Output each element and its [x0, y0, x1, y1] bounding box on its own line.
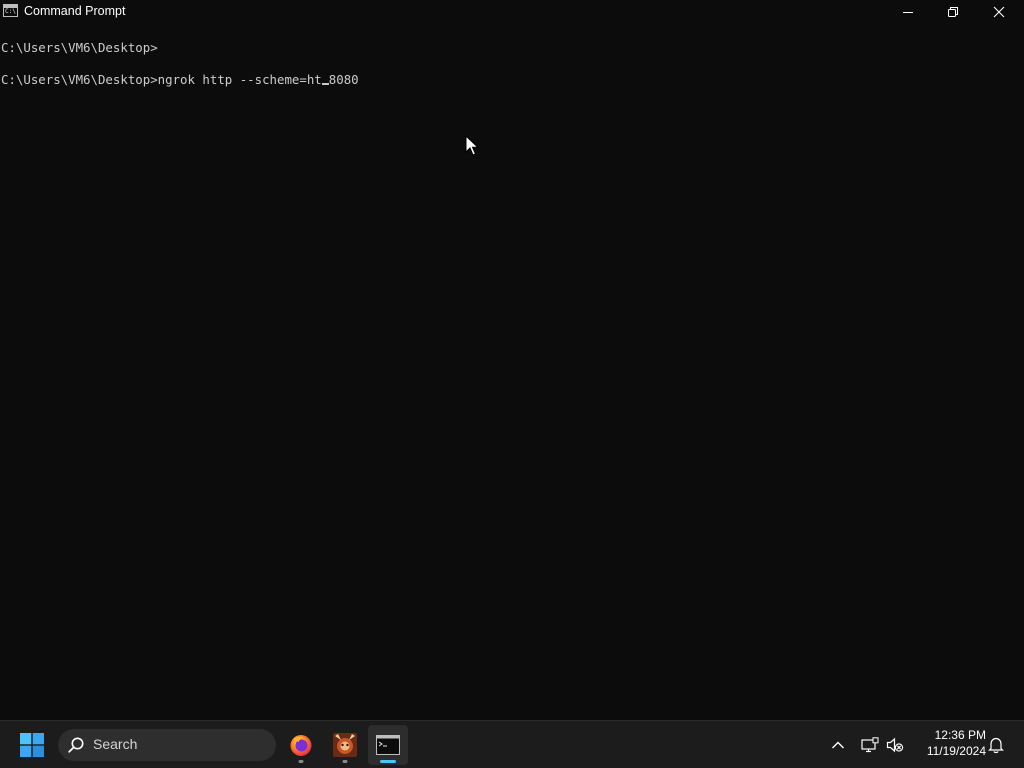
volume-muted-icon [886, 737, 904, 753]
chevron-up-icon [832, 741, 844, 749]
start-button[interactable] [16, 731, 48, 759]
running-indicator [380, 760, 396, 763]
console-line: C:\Users\VM6\Desktop> [1, 40, 158, 55]
show-hidden-icons-button[interactable] [824, 731, 852, 759]
taskbar-app-game[interactable] [325, 725, 365, 765]
minimize-button[interactable] [885, 0, 931, 23]
game-app-icon [333, 733, 357, 757]
taskbar-app-command-prompt[interactable] [368, 725, 408, 765]
notifications-button[interactable] [982, 731, 1010, 759]
console-output[interactable]: C:\Users\VM6\Desktop> C:\Users\VM6\Deskt… [0, 23, 1024, 720]
taskbar: Search 12:36 PM 11/19/2024 [0, 720, 1024, 768]
volume-button[interactable] [881, 731, 909, 759]
firefox-icon [290, 735, 312, 756]
mouse-pointer-icon [465, 135, 479, 156]
search-icon [68, 737, 84, 753]
clock-time: 12:36 PM [934, 728, 986, 742]
taskbar-search-box[interactable]: Search [58, 729, 276, 761]
running-indicator [342, 760, 348, 763]
running-indicator [298, 760, 304, 763]
network-icon [861, 737, 879, 753]
taskbar-app-firefox[interactable] [281, 725, 321, 765]
clock-date: 11/19/2024 [926, 744, 986, 758]
notification-bell-icon [988, 737, 1004, 754]
close-icon [993, 6, 1005, 17]
restore-icon [948, 6, 958, 17]
title-bar[interactable]: C:\ Command Prompt [0, 0, 1024, 23]
network-status-button[interactable] [856, 731, 884, 759]
windows-logo-icon [20, 733, 44, 757]
close-button[interactable] [976, 0, 1022, 23]
search-placeholder: Search [93, 736, 138, 752]
console-command-text-after-cursor: 8080 [328, 72, 359, 87]
text-cursor [321, 83, 329, 85]
command-prompt-icon [376, 735, 400, 755]
console-input-line[interactable]: C:\Users\VM6\Desktop>ngrok http --scheme… [1, 72, 359, 88]
minimize-icon [903, 11, 913, 13]
console-command-text: C:\Users\VM6\Desktop>ngrok http --scheme… [1, 72, 322, 87]
taskbar-clock[interactable]: 12:36 PM 11/19/2024 [914, 727, 986, 759]
restore-button[interactable] [930, 0, 976, 23]
command-prompt-icon: C:\ [3, 4, 18, 17]
window-title: Command Prompt [24, 4, 126, 18]
